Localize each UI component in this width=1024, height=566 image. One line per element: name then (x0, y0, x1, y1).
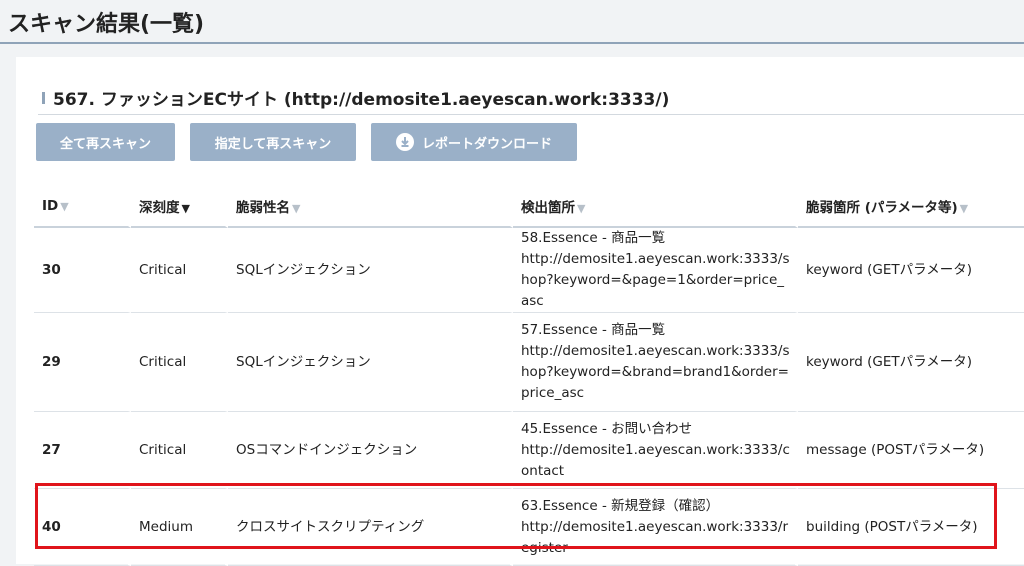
cell-vuln-name: クロスサイトスクリプティング (228, 489, 513, 566)
table-row[interactable]: 30 Critical SQLインジェクション 58.Essence - 商品一… (34, 228, 1024, 313)
cell-id: 30 (34, 228, 131, 313)
sort-triangle-icon: ▼ (60, 200, 68, 213)
cell-severity: Critical (131, 412, 228, 489)
header-location[interactable]: 検出箇所▼ (513, 186, 798, 228)
cell-vuln-name: SQLインジェクション (228, 313, 513, 412)
cell-severity: Medium (131, 489, 228, 566)
sort-triangle-icon: ▼ (577, 202, 585, 215)
report-download-label: レポートダウンロード (422, 133, 552, 152)
cell-param: message (POSTパラメータ) (798, 412, 1024, 489)
cell-id: 27 (34, 412, 131, 489)
download-circle-icon (396, 133, 414, 151)
rescan-all-button[interactable]: 全て再スキャン (36, 123, 175, 161)
location-url: http://demosite1.aeyescan.work:3333/cont… (521, 440, 791, 482)
location-page: 58.Essence - 商品一覧 (521, 228, 791, 249)
location-url: http://demosite1.aeyescan.work:3333/shop… (521, 249, 791, 312)
header-param[interactable]: 脆弱箇所 (パラメータ等)▼ (798, 186, 1024, 228)
sort-triangle-icon: ▼ (960, 202, 968, 215)
location-page: 57.Essence - 商品一覧 (521, 320, 791, 341)
table-row[interactable]: 40 Medium クロスサイトスクリプティング 63.Essence - 新規… (34, 489, 1024, 566)
cell-param: keyword (GETパラメータ) (798, 228, 1024, 313)
location-page: 45.Essence - お問い合わせ (521, 419, 791, 440)
results-card: 567. ファッションECサイト (http://demosite1.aeyes… (16, 57, 1024, 564)
cell-vuln-name: SQLインジェクション (228, 228, 513, 313)
cell-location: 63.Essence - 新規登録（確認） http://demosite1.a… (513, 489, 798, 566)
site-title-text: 567. ファッションECサイト (http://demosite1.aeyes… (53, 85, 669, 110)
header-severity[interactable]: 深刻度▼ (131, 186, 228, 228)
table-row[interactable]: 29 Critical SQLインジェクション 57.Essence - 商品一… (34, 313, 1024, 412)
location-url: http://demosite1.aeyescan.work:3333/regi… (521, 517, 791, 559)
cell-vuln-name: OSコマンドインジェクション (228, 412, 513, 489)
cell-severity: Critical (131, 228, 228, 313)
page-title: スキャン結果(一覧) (0, 0, 1024, 38)
toolbar: 全て再スキャン 指定して再スキャン レポートダウンロード (36, 123, 577, 161)
location-url: http://demosite1.aeyescan.work:3333/shop… (521, 341, 791, 404)
header-vuln-name[interactable]: 脆弱性名▼ (228, 186, 513, 228)
location-page: 63.Essence - 新規登録（確認） (521, 496, 791, 517)
cell-param: building (POSTパラメータ) (798, 489, 1024, 566)
cell-id: 40 (34, 489, 131, 566)
cell-location: 58.Essence - 商品一覧 http://demosite1.aeyes… (513, 228, 798, 313)
results-table: ID▼ 深刻度▼ 脆弱性名▼ 検出箇所▼ 脆弱箇所 (パラメータ等)▼ 30 C… (34, 186, 1024, 566)
report-download-button[interactable]: レポートダウンロード (371, 123, 577, 161)
cell-location: 57.Essence - 商品一覧 http://demosite1.aeyes… (513, 313, 798, 412)
table-header-row: ID▼ 深刻度▼ 脆弱性名▼ 検出箇所▼ 脆弱箇所 (パラメータ等)▼ (34, 186, 1024, 228)
title-divider (38, 114, 1024, 115)
sort-triangle-icon: ▼ (182, 202, 190, 215)
cell-severity: Critical (131, 313, 228, 412)
cell-id: 29 (34, 313, 131, 412)
table-row[interactable]: 27 Critical OSコマンドインジェクション 45.Essence - … (34, 412, 1024, 489)
cell-param: keyword (GETパラメータ) (798, 313, 1024, 412)
rescan-selected-button[interactable]: 指定して再スキャン (190, 123, 356, 161)
page-header: スキャン結果(一覧) (0, 0, 1024, 44)
title-marker (42, 92, 45, 104)
header-id[interactable]: ID▼ (34, 186, 131, 228)
site-title: 567. ファッションECサイト (http://demosite1.aeyes… (42, 85, 669, 110)
cell-location: 45.Essence - お問い合わせ http://demosite1.aey… (513, 412, 798, 489)
sort-triangle-icon: ▼ (292, 202, 300, 215)
